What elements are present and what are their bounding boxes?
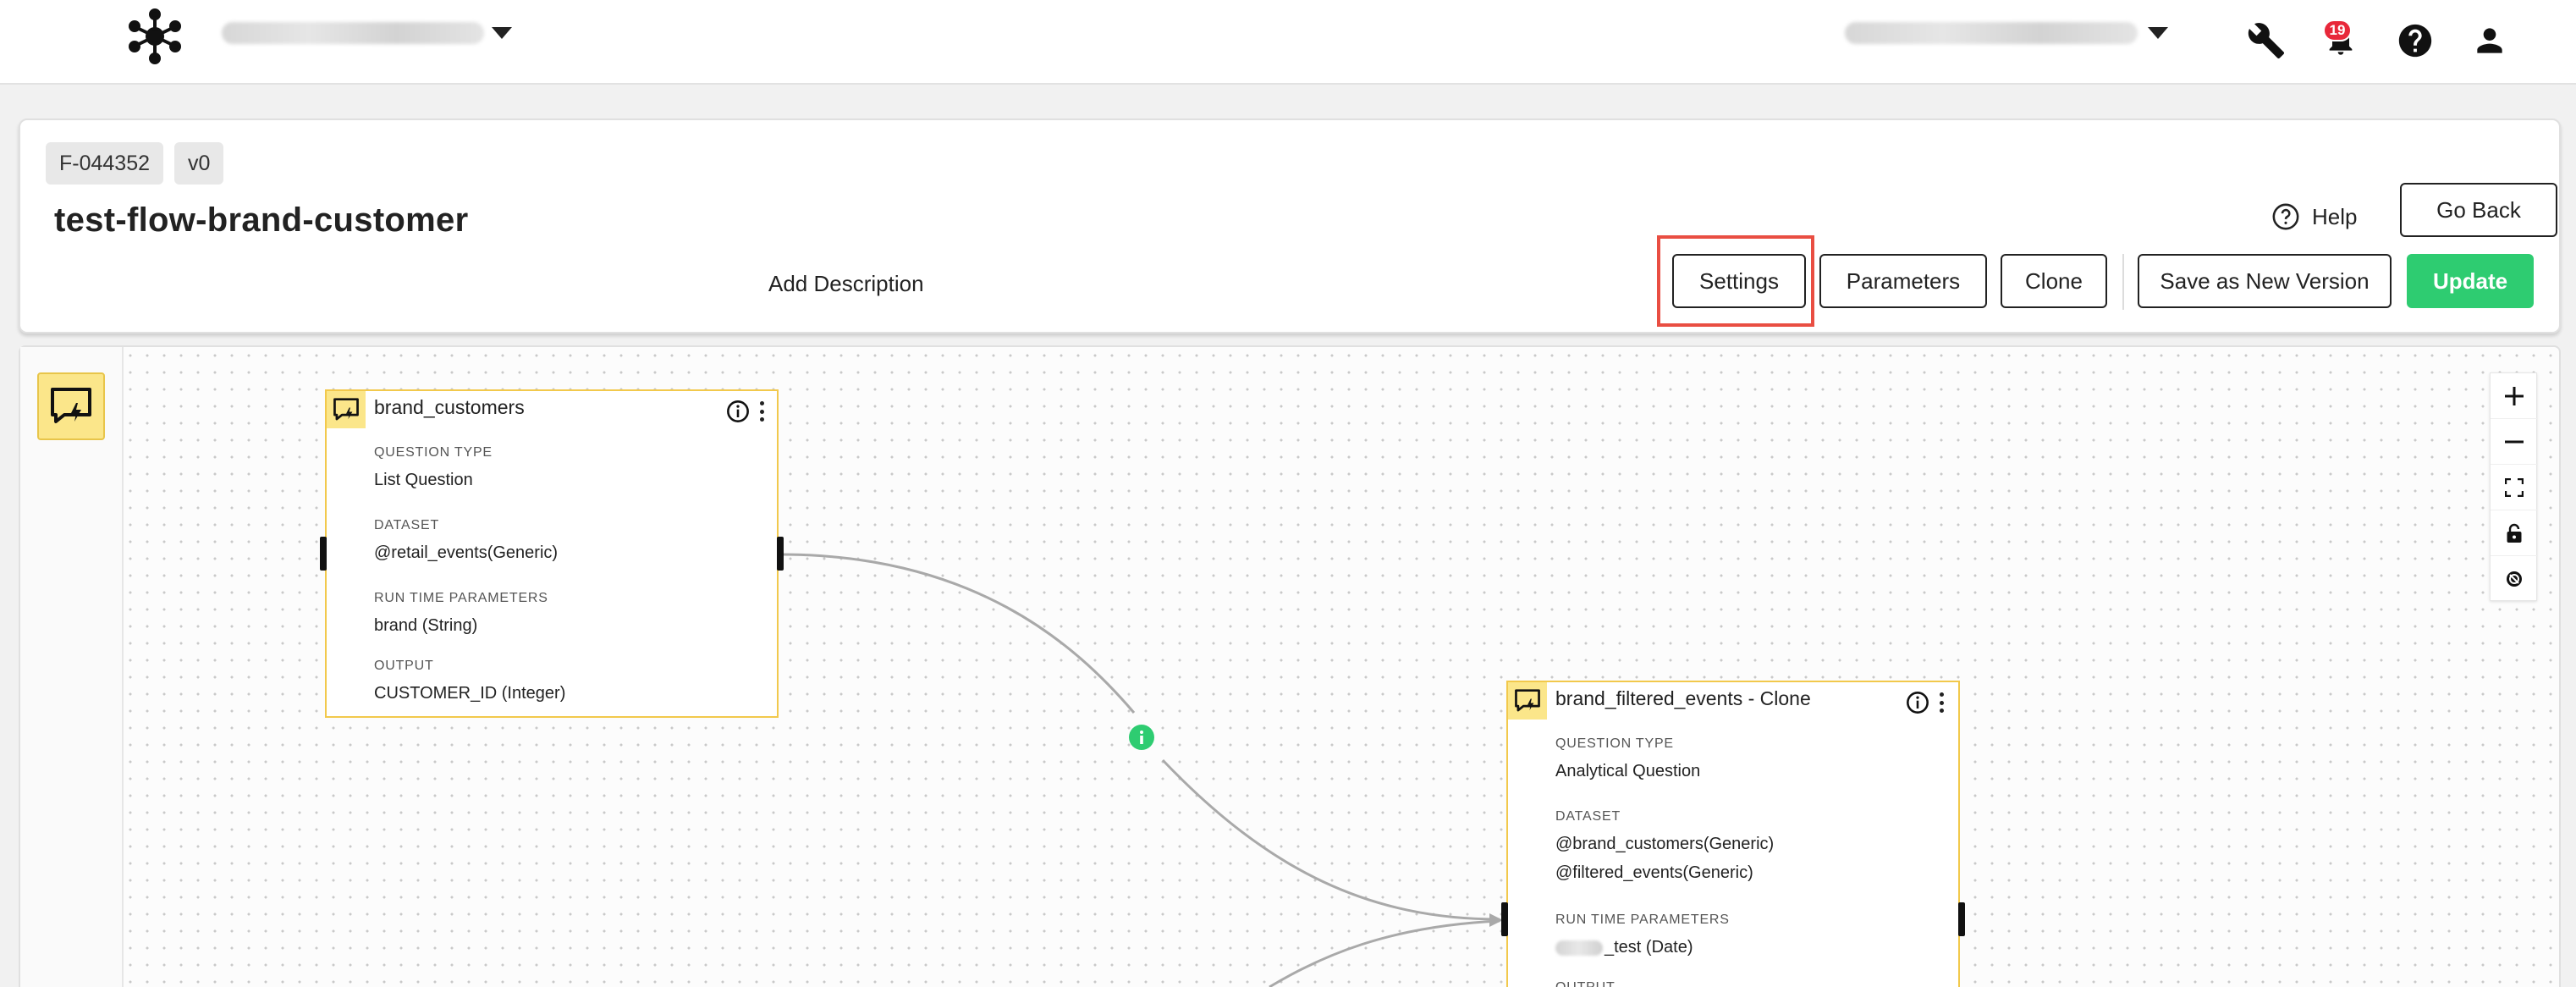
chevron-down-icon[interactable] xyxy=(2148,27,2168,39)
canvas-zoom-controls xyxy=(2490,372,2538,602)
flow-title[interactable]: test-flow-brand-customer xyxy=(54,201,468,240)
question-circle-icon xyxy=(2272,203,2299,230)
flow-id-chip: F-044352 xyxy=(46,142,164,185)
field-label: RUN TIME PARAMETERS xyxy=(374,591,548,605)
help-link[interactable]: Help xyxy=(2271,195,2357,239)
chat-bolt-icon xyxy=(327,391,366,428)
question-circle-icon[interactable] xyxy=(2393,19,2437,63)
fit-view-icon[interactable] xyxy=(2491,465,2538,510)
canvas-left-gutter xyxy=(20,347,124,987)
field-label: OUTPUT xyxy=(374,659,434,673)
field-value: @retail_events(Generic) xyxy=(374,543,559,562)
parameters-button[interactable]: Parameters xyxy=(1819,254,1987,308)
save-as-new-version-button[interactable]: Save as New Version xyxy=(2138,254,2392,308)
clone-button[interactable]: Clone xyxy=(2001,254,2107,308)
field-value: @filtered_events(Generic) xyxy=(1555,863,1753,882)
param-suffix: _test (Date) xyxy=(1604,938,1693,957)
field-value: CUSTOMER_ID (Integer) xyxy=(374,684,566,703)
edge-info-icon[interactable] xyxy=(1129,725,1154,750)
field-value: Analytical Question xyxy=(1555,762,1701,780)
redacted-text xyxy=(1555,940,1603,956)
org-name-redacted xyxy=(1845,22,2138,44)
top-navigation-bar: 19 xyxy=(0,0,2576,85)
settings-highlight-box xyxy=(1657,235,1814,327)
info-icon[interactable] xyxy=(726,400,750,423)
field-label: DATASET xyxy=(374,518,440,532)
field-label: RUN TIME PARAMETERS xyxy=(1555,913,1730,927)
reset-icon[interactable] xyxy=(2491,556,2538,602)
info-icon[interactable] xyxy=(1906,691,1929,714)
chat-bolt-icon xyxy=(1508,682,1547,720)
node-input-handle[interactable] xyxy=(320,537,327,571)
workspace-name-redacted xyxy=(222,22,484,44)
kebab-menu-icon[interactable] xyxy=(758,401,765,422)
field-label: QUESTION TYPE xyxy=(374,445,493,460)
update-button[interactable]: Update xyxy=(2407,254,2534,308)
node-input-handle[interactable] xyxy=(1501,902,1508,936)
add-description-link[interactable]: Add Description xyxy=(768,271,924,297)
chat-bolt-icon xyxy=(51,388,91,423)
user-icon[interactable] xyxy=(2468,19,2512,63)
version-chip: v0 xyxy=(174,142,224,185)
field-value: @brand_customers(Generic) xyxy=(1555,835,1775,853)
lock-icon[interactable] xyxy=(2491,510,2538,556)
field-label: DATASET xyxy=(1555,809,1621,824)
node-output-handle[interactable] xyxy=(777,537,784,571)
flow-node-brand-customers[interactable]: brand_customers QUESTION TYPE List Quest… xyxy=(325,389,779,718)
field-value: brand (String) xyxy=(374,616,478,635)
notification-count-badge: 19 xyxy=(2323,19,2352,41)
chevron-down-icon[interactable] xyxy=(492,27,512,39)
network-logo-icon[interactable] xyxy=(127,8,183,64)
minus-icon[interactable] xyxy=(2491,419,2538,465)
question-trigger-tile[interactable] xyxy=(37,372,105,440)
toolbar-divider xyxy=(2122,254,2124,310)
field-value: _test (Date) xyxy=(1555,938,1693,957)
wrench-icon[interactable] xyxy=(2244,19,2288,63)
kebab-menu-icon[interactable] xyxy=(1938,692,1945,713)
help-label: Help xyxy=(2312,203,2358,229)
flow-node-brand-filtered-events-clone[interactable]: brand_filtered_events - Clone QUESTION T… xyxy=(1506,681,1960,987)
node-title: brand_customers xyxy=(374,396,525,418)
field-value: List Question xyxy=(374,471,473,489)
field-label: OUTPUT xyxy=(1555,980,1616,987)
node-title: brand_filtered_events - Clone xyxy=(1555,687,1811,709)
node-output-handle[interactable] xyxy=(1958,902,1965,936)
go-back-button[interactable]: Go Back xyxy=(2400,183,2557,237)
plus-icon[interactable] xyxy=(2491,373,2538,419)
field-label: QUESTION TYPE xyxy=(1555,736,1674,751)
